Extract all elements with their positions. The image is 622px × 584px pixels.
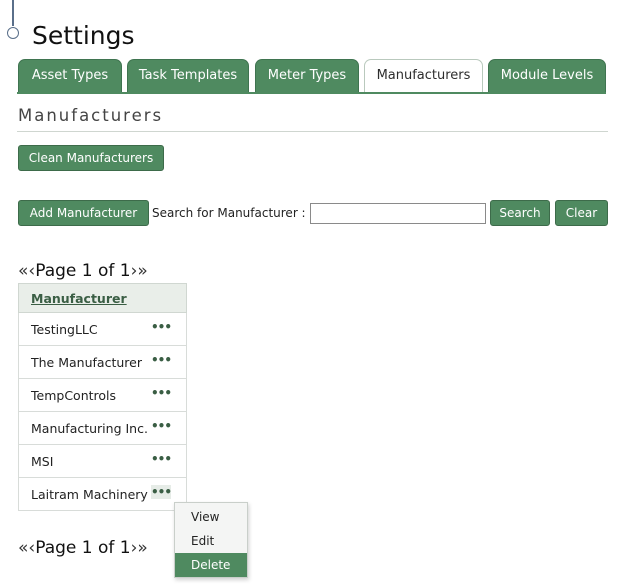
search-button[interactable]: Search [490, 200, 550, 226]
row-actions-icon[interactable]: ••• [151, 353, 172, 367]
table-row: Laitram Machinery ••• [18, 478, 187, 511]
section-divider [17, 131, 608, 132]
pager-bottom: «‹Page 1 of 1›» [18, 538, 148, 558]
menu-item-view[interactable]: View [175, 505, 247, 529]
last-page-icon[interactable]: » [137, 261, 147, 281]
table-row: TestingLLC ••• [18, 313, 187, 346]
last-page-icon[interactable]: » [137, 538, 147, 558]
manufacturer-name: TempControls [31, 388, 117, 403]
tab-manufacturers[interactable]: Manufacturers [364, 59, 483, 92]
page-indicator: Page 1 of 1 [35, 538, 131, 558]
table-header: Manufacturer [18, 283, 187, 313]
title-decoration-line [12, 0, 14, 26]
manufacturer-name: TestingLLC [31, 322, 98, 337]
row-actions-icon[interactable]: ••• [151, 485, 172, 499]
first-page-icon[interactable]: « [18, 538, 28, 558]
title-decoration-circle [7, 27, 19, 39]
table-row: The Manufacturer ••• [18, 346, 187, 379]
add-manufacturer-button[interactable]: Add Manufacturer [18, 200, 149, 226]
table-row: MSI ••• [18, 445, 187, 478]
manufacturer-name: Manufacturing Inc. [31, 421, 148, 436]
tab-bar-underline [17, 92, 606, 94]
row-actions-icon[interactable]: ••• [151, 386, 172, 400]
menu-item-delete[interactable]: Delete [175, 553, 247, 577]
tab-task-templates[interactable]: Task Templates [127, 59, 249, 92]
tab-meter-types[interactable]: Meter Types [255, 59, 359, 92]
tab-module-levels[interactable]: Module Levels [488, 59, 606, 92]
row-actions-icon[interactable]: ••• [151, 452, 172, 466]
row-actions-icon[interactable]: ••• [151, 320, 172, 334]
page-title: Settings [32, 21, 135, 50]
page-indicator: Page 1 of 1 [35, 261, 131, 281]
table-row: TempControls ••• [18, 379, 187, 412]
row-actions-icon[interactable]: ••• [151, 419, 172, 433]
clear-button[interactable]: Clear [555, 200, 608, 226]
table-row: Manufacturing Inc. ••• [18, 412, 187, 445]
search-label: Search for Manufacturer : [152, 206, 306, 220]
manufacturer-name: MSI [31, 454, 54, 469]
manufacturer-name: Laitram Machinery [31, 487, 148, 502]
section-heading: Manufacturers [18, 106, 164, 125]
search-input[interactable] [310, 203, 486, 224]
menu-item-edit[interactable]: Edit [175, 529, 247, 553]
pager-top: «‹Page 1 of 1›» [18, 261, 148, 281]
column-header-manufacturer[interactable]: Manufacturer [31, 291, 127, 306]
row-context-menu: View Edit Delete [174, 502, 248, 578]
tab-asset-types[interactable]: Asset Types [18, 59, 122, 92]
first-page-icon[interactable]: « [18, 261, 28, 281]
clean-manufacturers-button[interactable]: Clean Manufacturers [18, 145, 164, 171]
manufacturer-name: The Manufacturer [31, 355, 142, 370]
